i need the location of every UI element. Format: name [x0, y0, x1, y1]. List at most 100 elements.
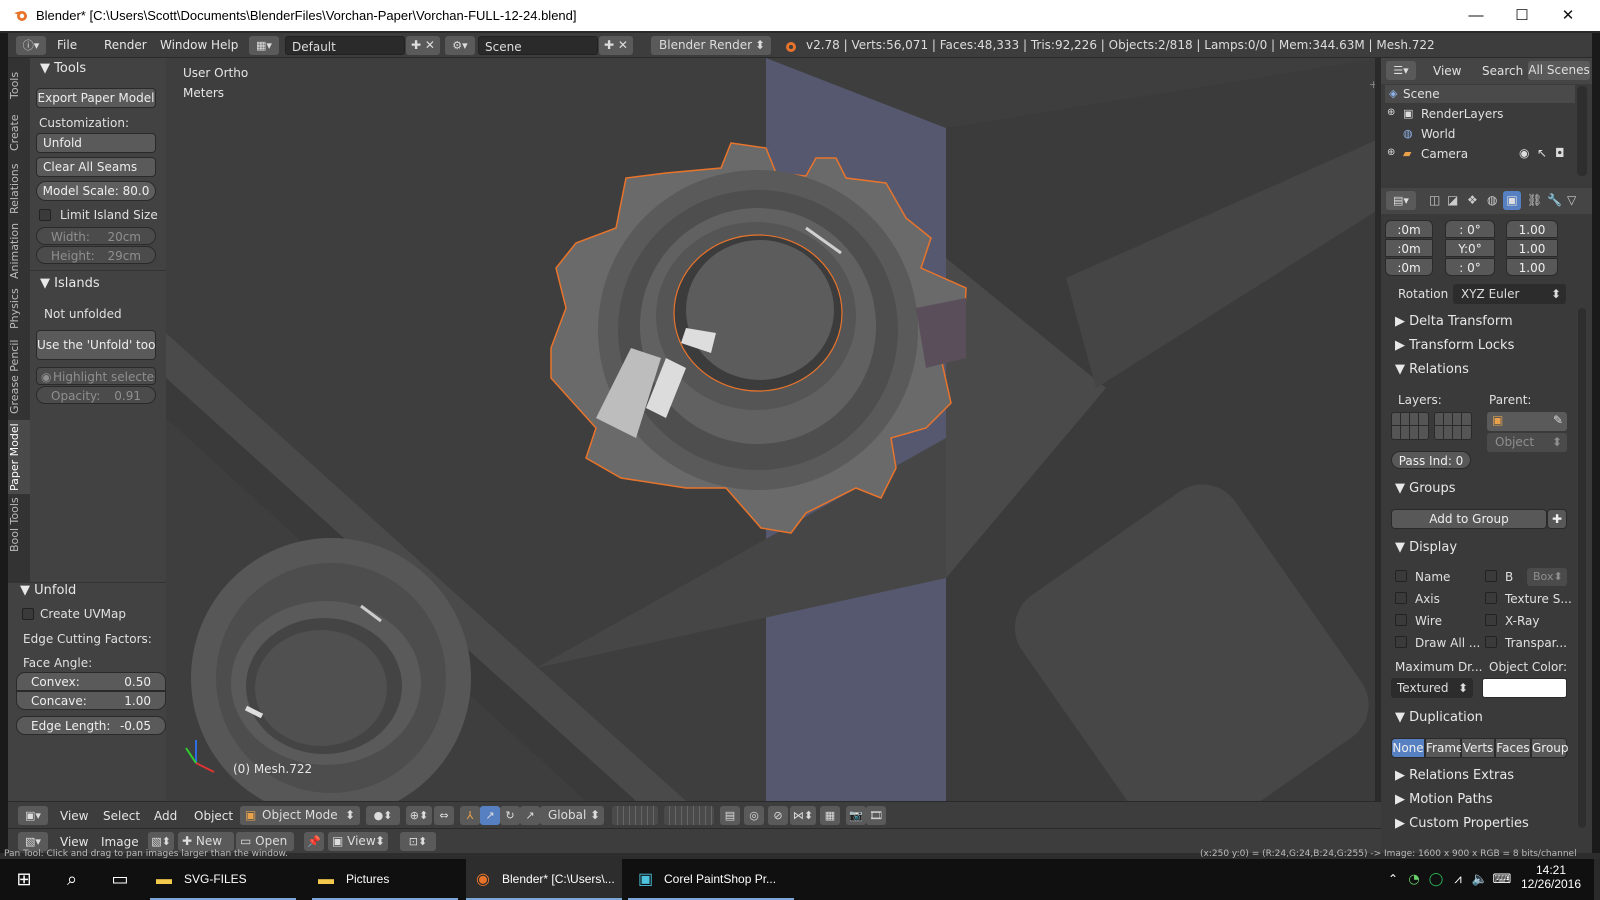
scale-y[interactable]: 1.00 [1506, 239, 1558, 257]
eyedropper-icon[interactable]: ✎ [1553, 413, 1563, 427]
image-view-menu[interactable]: View [60, 835, 88, 849]
delta-transform-header[interactable]: ▶ Delta Transform [1395, 314, 1513, 329]
render-tab-icon[interactable]: ◫ [1429, 193, 1440, 207]
rotate-manipulator-icon[interactable]: ↻ [500, 806, 520, 825]
relations-extras-header[interactable]: ▶ Relations Extras [1395, 768, 1514, 783]
expand-icon[interactable]: ⊕ [1387, 107, 1395, 118]
islands-panel-header[interactable]: ▼ Islands [40, 276, 100, 291]
unfold-button[interactable]: Unfold [36, 133, 156, 153]
data-tab-icon[interactable]: ▽ [1567, 193, 1576, 207]
outliner-row-scene[interactable]: ◈ Scene [1385, 85, 1575, 103]
display-draw-all-checkbox[interactable] [1395, 636, 1407, 648]
groups-header[interactable]: ▼ Groups [1395, 481, 1456, 496]
interaction-mode-select[interactable]: ▣ Object Mode ⬍ [240, 806, 360, 825]
layers-grid-right[interactable] [1434, 412, 1472, 440]
taskbar-app-svg-files[interactable]: ▬ SVG-FILES [150, 859, 296, 900]
object-tab-icon[interactable]: ▣ [1503, 191, 1521, 210]
display-transparency-checkbox[interactable] [1485, 636, 1497, 648]
screen-layout-field[interactable]: Default [285, 36, 405, 55]
minimize-button[interactable]: — [1453, 0, 1499, 31]
dup-verts[interactable]: Verts [1461, 738, 1495, 758]
layer-buttons-left[interactable] [612, 806, 658, 825]
pass-index-field[interactable]: Pass Ind: 0 [1391, 451, 1471, 469]
taskbar-app-blender[interactable]: ◉ Blender* [C:\Users\... [466, 859, 622, 900]
scene-tab-icon[interactable]: ❖ [1467, 193, 1478, 207]
scale-z[interactable]: 1.00 [1506, 258, 1558, 276]
opengl-render-animation-icon[interactable]: 🎞 [866, 806, 886, 825]
network-icon[interactable]: ⩘ [1448, 859, 1468, 900]
dup-none[interactable]: None [1391, 738, 1425, 758]
concave-field[interactable]: Concave: 1.00 [16, 691, 166, 710]
location-x[interactable]: :0m [1385, 220, 1433, 238]
add-menu[interactable]: Add [154, 809, 177, 823]
menu-file[interactable]: File [57, 38, 77, 52]
keyboard-icon[interactable]: ⌨ [1492, 859, 1512, 900]
constraints-tab-icon[interactable]: ⛓ [1527, 193, 1542, 207]
modifiers-tab-icon[interactable]: 🔧 [1547, 193, 1562, 207]
outliner-display-mode[interactable]: All Scenes [1528, 61, 1590, 80]
highlight-selected-toggle[interactable]: ◉Highlight selected ... [36, 367, 156, 385]
menu-render[interactable]: Render [104, 38, 147, 52]
volume-icon[interactable]: 🔈 [1470, 859, 1490, 900]
menu-help[interactable]: Help [211, 38, 238, 52]
task-view-icon[interactable]: ▭ [96, 859, 144, 900]
duplication-header[interactable]: ▼ Duplication [1395, 710, 1483, 725]
edge-length-field[interactable]: Edge Length: -0.05 [16, 716, 166, 735]
menu-window[interactable]: Window [160, 38, 207, 52]
scene-icon[interactable]: ⚙▾ [445, 36, 475, 55]
image-image-menu[interactable]: Image [101, 835, 139, 849]
rotation-z[interactable]: : 0° [1445, 258, 1495, 276]
transform-locks-header[interactable]: ▶ Transform Locks [1395, 338, 1514, 353]
maximum-draw-select[interactable]: Textured ⬍ [1391, 678, 1473, 698]
select-menu[interactable]: Select [103, 809, 140, 823]
render-engine-select[interactable]: Blender Render ⬍ [651, 36, 771, 55]
clock[interactable]: 14:21 12/26/2016 [1512, 863, 1590, 897]
dup-group[interactable]: Group [1531, 738, 1569, 758]
viewport-shading-select[interactable]: ●⬍ [366, 806, 400, 825]
maximize-button[interactable]: ☐ [1499, 0, 1545, 31]
tab-bool-tools[interactable]: Bool Tools [8, 496, 30, 554]
location-z[interactable]: :0m [1385, 258, 1433, 276]
custom-properties-header[interactable]: ▶ Custom Properties [1395, 816, 1529, 831]
manipulator-toggle-icon[interactable]: ⅄ [460, 806, 480, 825]
snap-target-icon[interactable]: ▦ [820, 806, 840, 825]
height-field[interactable]: Height: 29cm [36, 246, 156, 264]
relations-header[interactable]: ▼ Relations [1395, 362, 1469, 377]
display-xray-checkbox[interactable] [1485, 614, 1497, 626]
properties-scrollbar[interactable] [1578, 308, 1586, 828]
motion-paths-header[interactable]: ▶ Motion Paths [1395, 792, 1493, 807]
manipulate-center-icon[interactable]: ⇔ [434, 806, 454, 825]
display-texture-space-checkbox[interactable] [1485, 592, 1497, 604]
taskbar-app-paintshop[interactable]: ▣ Corel PaintShop Pr... [628, 859, 794, 900]
use-unfold-tool-button[interactable]: Use the 'Unfold' tool [36, 330, 156, 360]
object-color-swatch[interactable] [1482, 678, 1567, 698]
selectable-arrow-icon[interactable]: ↖ [1537, 146, 1547, 160]
visibility-eye-icon[interactable]: ◉ [1519, 146, 1529, 160]
show-desktop-button[interactable] [1594, 859, 1600, 900]
tab-animation[interactable]: Animation [8, 220, 30, 282]
tab-relations[interactable]: Relations [8, 160, 30, 218]
transform-orientation-select[interactable]: Global ⬍ [540, 806, 604, 825]
layout-add-remove-icon[interactable]: ✚ ✕ [406, 36, 440, 55]
clear-all-seams-button[interactable]: Clear All Seams [36, 157, 156, 177]
start-windows-icon[interactable]: ⊞ [0, 859, 48, 900]
outliner-row-renderlayers[interactable]: ⊕ ▣ RenderLayers [1385, 105, 1575, 123]
info-editor-icon[interactable]: ⓘ▾ [16, 36, 46, 55]
snap-element-select[interactable]: ⋈⬍ [790, 806, 816, 825]
location-y[interactable]: :0m [1385, 239, 1433, 257]
3d-editor-type-icon[interactable]: ▣▾ [18, 806, 48, 825]
outliner-scrollbar[interactable] [1577, 86, 1587, 176]
expand-icon[interactable]: ⊕ [1387, 147, 1395, 158]
proportional-edit-icon[interactable]: ◎ [744, 806, 764, 825]
object-menu[interactable]: Object [194, 809, 233, 823]
scale-manipulator-icon[interactable]: ↗ [520, 806, 540, 825]
add-to-group-button[interactable]: Add to Group [1391, 509, 1547, 529]
snap-toggle-icon[interactable]: ⊘ [768, 806, 788, 825]
tab-physics[interactable]: Physics [8, 284, 30, 334]
create-uvmap-checkbox[interactable] [22, 608, 34, 620]
limit-island-size-checkbox[interactable] [39, 209, 51, 221]
close-button[interactable]: ✕ [1545, 0, 1591, 31]
add-group-plus-icon[interactable]: ✚ [1547, 509, 1567, 529]
render-camera-icon[interactable]: ◘ [1555, 146, 1565, 160]
show-hidden-icons[interactable]: ⌃ [1384, 859, 1402, 900]
